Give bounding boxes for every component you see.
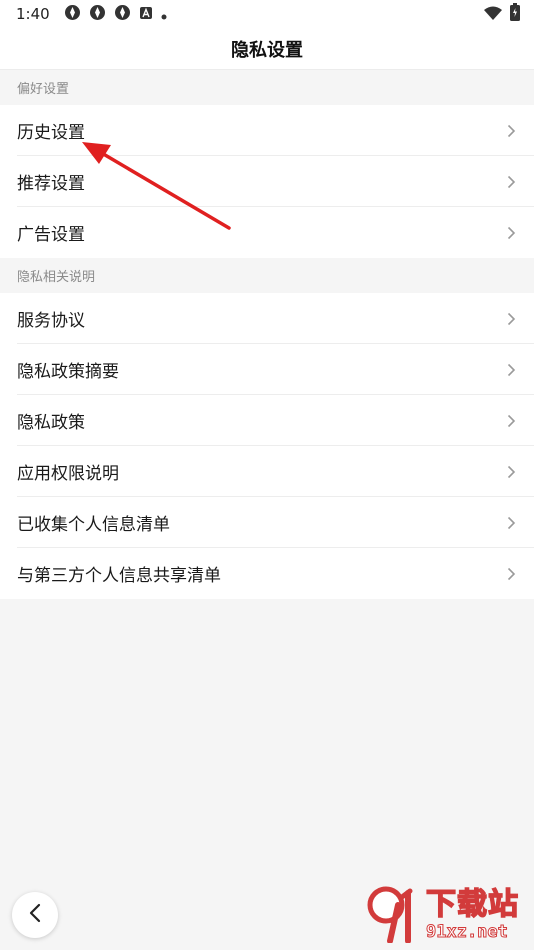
settings-item-label: 隐私政策	[17, 413, 85, 433]
settings-item-label: 应用权限说明	[17, 464, 119, 484]
sync-icon	[64, 4, 81, 25]
settings-item-label: 服务协议	[17, 311, 85, 331]
top-bar: 隐私设置	[0, 28, 534, 70]
settings-item-label: 隐私政策摘要	[17, 362, 119, 382]
settings-item-label: 与第三方个人信息共享清单	[17, 566, 221, 586]
chevron-right-icon	[507, 363, 516, 377]
watermark-title: 下载站	[425, 887, 519, 923]
chevron-right-icon	[507, 175, 516, 189]
sync-icon	[114, 4, 131, 25]
a-box-icon	[139, 5, 153, 24]
chevron-right-icon	[507, 226, 516, 240]
status-time: 1:40	[16, 5, 50, 23]
settings-item-recommendation[interactable]: 推荐设置	[0, 156, 534, 207]
watermark-logo-icon	[366, 883, 422, 947]
settings-item-label: 广告设置	[17, 225, 85, 245]
settings-item-history[interactable]: 历史设置	[0, 105, 534, 156]
status-icons-right	[484, 3, 520, 25]
chevron-right-icon	[507, 414, 516, 428]
settings-item-service-agreement[interactable]: 服务协议	[0, 293, 534, 344]
sync-icon	[89, 4, 106, 25]
settings-item-permissions[interactable]: 应用权限说明	[0, 446, 534, 497]
settings-item-ads[interactable]: 广告设置	[0, 207, 534, 258]
settings-item-label: 已收集个人信息清单	[17, 515, 170, 535]
wifi-icon	[484, 5, 502, 24]
section-header-preferences: 偏好设置	[0, 70, 534, 105]
watermark: 下载站 91xz.net	[366, 884, 532, 946]
status-bar: 1:40	[0, 0, 534, 28]
settings-item-collected-info[interactable]: 已收集个人信息清单	[0, 497, 534, 548]
chevron-right-icon	[507, 312, 516, 326]
battery-icon	[510, 3, 520, 25]
chevron-right-icon	[507, 567, 516, 581]
back-button[interactable]	[12, 892, 58, 938]
chevron-right-icon	[507, 124, 516, 138]
page-title: 隐私设置	[231, 39, 303, 61]
watermark-domain: 91xz.net	[426, 922, 509, 943]
chevron-right-icon	[507, 516, 516, 530]
settings-list: 偏好设置 历史设置 推荐设置 广告设置 隐私相关说明 服务协议 隐私政策摘要 隐…	[0, 70, 534, 599]
dot-icon	[161, 5, 167, 24]
settings-item-privacy-summary[interactable]: 隐私政策摘要	[0, 344, 534, 395]
settings-item-label: 历史设置	[17, 123, 85, 143]
settings-item-third-party-sharing[interactable]: 与第三方个人信息共享清单	[0, 548, 534, 599]
settings-item-label: 推荐设置	[17, 174, 85, 194]
chevron-left-icon	[29, 903, 41, 927]
watermark-text: 下载站 91xz.net	[425, 887, 519, 943]
chevron-right-icon	[507, 465, 516, 479]
settings-item-privacy-policy[interactable]: 隐私政策	[0, 395, 534, 446]
status-icons-left	[64, 4, 167, 25]
section-header-privacy-info: 隐私相关说明	[0, 258, 534, 293]
